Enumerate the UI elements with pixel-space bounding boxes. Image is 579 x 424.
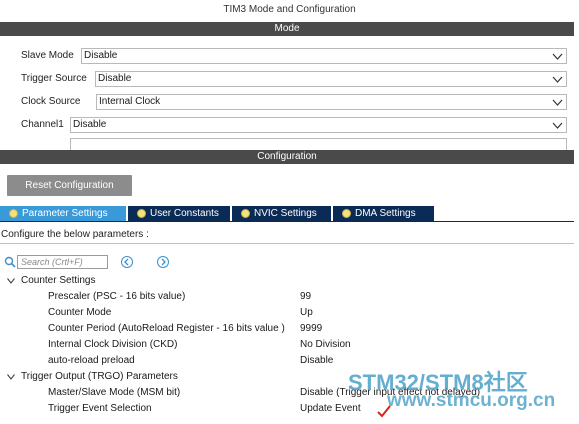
param-row[interactable]: Prescaler (PSC - 16 bits value) 99: [0, 289, 574, 305]
group-name: Trigger Output (TRGO) Parameters: [21, 371, 178, 382]
param-name: Master/Slave Mode (MSM bit): [48, 387, 181, 398]
param-name: Internal Clock Division (CKD): [48, 339, 178, 350]
group-counter-settings[interactable]: Counter Settings: [0, 273, 574, 289]
tab-label: DMA Settings: [355, 208, 416, 219]
instruction-text: Configure the below parameters :: [1, 229, 149, 240]
mode-section-header: Mode: [0, 22, 574, 36]
trigger-source-dropdown[interactable]: Disable: [95, 71, 567, 87]
next-field-partial: [70, 138, 567, 150]
trigger-source-value: Disable: [98, 73, 132, 84]
param-name: auto-reload preload: [48, 355, 135, 366]
channel1-label: Channel1: [21, 119, 64, 130]
param-value: Disable: [300, 355, 334, 366]
circle-icon: [342, 209, 351, 218]
param-value: 99: [300, 291, 312, 302]
param-name: Trigger Event Selection: [48, 403, 152, 414]
clock-source-dropdown[interactable]: Internal Clock: [96, 94, 567, 110]
slave-mode-label: Slave Mode: [21, 50, 74, 61]
tab-label: User Constants: [150, 208, 219, 219]
reset-configuration-button[interactable]: Reset Configuration: [7, 175, 132, 196]
param-row[interactable]: Internal Clock Division (CKD) No Divisio…: [0, 337, 574, 353]
search-input[interactable]: Search (Crtl+F): [17, 255, 108, 269]
chevron-down-icon: [552, 99, 563, 106]
configuration-section-header: Configuration: [0, 150, 574, 164]
chevron-down-icon: [552, 53, 563, 60]
param-value: No Division: [300, 339, 351, 350]
param-name: Counter Period (AutoReload Register - 16…: [48, 323, 285, 334]
window-title: TIM3 Mode and Configuration: [223, 4, 356, 15]
circle-icon: [137, 209, 146, 218]
circle-icon: [241, 209, 250, 218]
chevron-down-icon: [552, 76, 563, 83]
slave-mode-dropdown[interactable]: Disable: [81, 48, 567, 64]
param-value: Up: [300, 307, 313, 318]
search-placeholder: Search (Crtl+F): [21, 257, 83, 267]
divider: [0, 243, 574, 244]
clock-source-value: Internal Clock: [99, 96, 161, 107]
tab-parameter-settings[interactable]: Parameter Settings: [0, 206, 126, 221]
circle-icon: [9, 209, 18, 218]
clock-source-label: Clock Source: [21, 96, 81, 107]
channel1-dropdown[interactable]: Disable: [70, 117, 567, 133]
tab-user-constants[interactable]: User Constants: [128, 206, 230, 221]
tab-dma-settings[interactable]: DMA Settings: [333, 206, 434, 221]
chevron-down-icon: [7, 278, 15, 284]
tab-nvic-settings[interactable]: NVIC Settings: [232, 206, 331, 221]
chevron-down-icon: [7, 374, 15, 380]
previous-result-icon[interactable]: [121, 256, 133, 268]
search-icon[interactable]: [4, 256, 16, 268]
param-row[interactable]: Counter Period (AutoReload Register - 16…: [0, 321, 574, 337]
tab-bar: Parameter Settings User Constants NVIC S…: [0, 206, 434, 221]
next-result-icon[interactable]: [157, 256, 169, 268]
tab-label: NVIC Settings: [254, 208, 317, 219]
param-name: Counter Mode: [48, 307, 112, 318]
param-value: Update Event: [300, 403, 361, 414]
slave-mode-value: Disable: [84, 50, 118, 61]
trigger-source-label: Trigger Source: [21, 73, 87, 84]
tab-label: Parameter Settings: [22, 208, 108, 219]
watermark-url: www.stmcu.org.cn: [387, 390, 556, 411]
param-row[interactable]: Counter Mode Up: [0, 305, 574, 321]
channel1-value: Disable: [73, 119, 107, 130]
param-name: Prescaler (PSC - 16 bits value): [48, 291, 186, 302]
tab-underline: [0, 221, 574, 222]
param-value: 9999: [300, 323, 323, 334]
chevron-down-icon: [552, 122, 563, 129]
group-name: Counter Settings: [21, 275, 96, 286]
